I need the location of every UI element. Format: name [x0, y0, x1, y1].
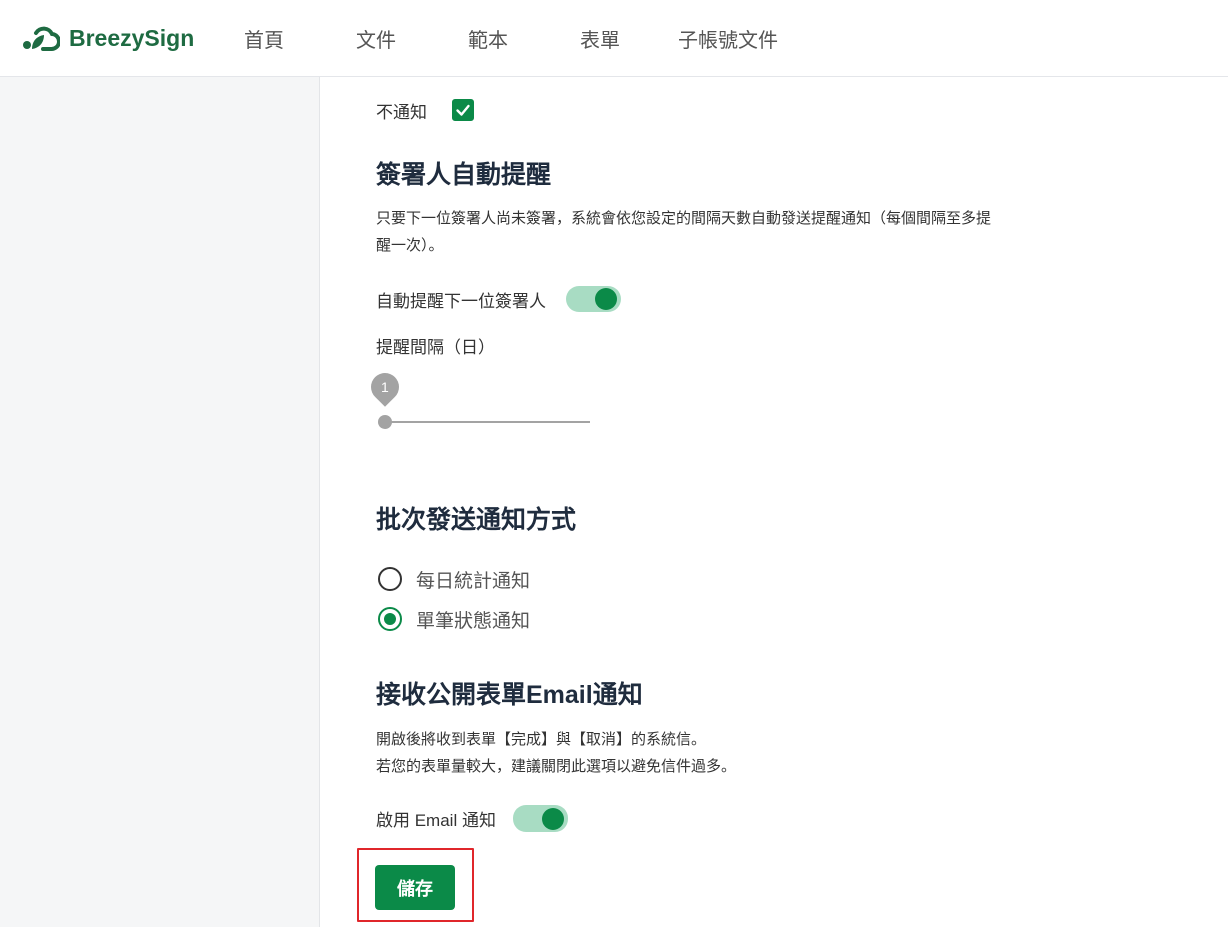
radio-label: 每日統計通知 — [416, 570, 531, 592]
batch-heading: 批次發送通知方式 — [376, 506, 577, 534]
sidebar — [0, 77, 320, 927]
slider-track[interactable] — [385, 421, 590, 423]
public-form-notes: 開啟後將收到表單【完成】與【取消】的系統信。 若您的表單量較大，建議關閉此選項以… — [376, 726, 736, 780]
no-notify-row: 不通知 — [376, 98, 474, 122]
public-form-note: 開啟後將收到表單【完成】與【取消】的系統信。 — [376, 731, 707, 748]
public-form-note: 若您的表單量較大，建議關閉此選項以避免信件過多。 — [376, 758, 737, 775]
public-form-heading: 接收公開表單Email通知 — [376, 681, 643, 709]
save-button[interactable]: 儲存 — [375, 865, 455, 910]
brand-name: BreezySign — [69, 24, 195, 51]
nav-item-templates[interactable]: 範本 — [432, 0, 544, 76]
auto-reminder-row: 自動提醒下一位簽署人 — [376, 286, 621, 312]
toggle-knob — [595, 288, 617, 310]
nav-item-sub-account-documents[interactable]: 子帳號文件 — [656, 0, 800, 76]
batch-option-daily[interactable]: 每日統計通知 — [378, 567, 531, 592]
slider-value-text: 1 — [381, 379, 389, 396]
email-notify-toggle[interactable] — [512, 805, 568, 832]
nav-item-forms[interactable]: 表單 — [544, 0, 656, 76]
email-notify-row: 啟用 Email 通知 — [376, 805, 568, 832]
settings-panel: 不通知 簽署人自動提醒 只要下一位簽署人尚未簽署，系統會依您設定的間隔天數自動發… — [320, 77, 1228, 927]
interval-slider[interactable]: 1 — [365, 367, 600, 440]
slider-thumb[interactable] — [378, 415, 392, 429]
slider-value-label: 1 — [365, 367, 405, 407]
interval-label: 提醒間隔（日） — [376, 338, 495, 357]
email-notify-label: 啟用 Email 通知 — [376, 811, 496, 830]
reminder-description-line: 醒一次）。 — [376, 237, 444, 254]
nav-item-documents[interactable]: 文件 — [320, 0, 432, 76]
radio-button[interactable] — [378, 607, 402, 631]
reminder-heading: 簽署人自動提醒 — [376, 161, 552, 189]
check-icon — [456, 104, 470, 116]
no-notify-checkbox[interactable] — [452, 99, 474, 121]
top-nav-bar: BreezySign 首頁 文件 範本 表單 子帳號文件 — [0, 0, 1228, 77]
radio-button[interactable] — [378, 567, 402, 591]
no-notify-label: 不通知 — [376, 102, 427, 122]
batch-option-single[interactable]: 單筆狀態通知 — [378, 607, 531, 632]
main-nav: 首頁 文件 範本 表單 子帳號文件 — [208, 0, 800, 76]
radio-dot — [384, 573, 396, 585]
breezysign-logo-icon — [23, 26, 60, 51]
auto-reminder-label: 自動提醒下一位簽署人 — [376, 291, 546, 311]
nav-item-home[interactable]: 首頁 — [208, 0, 320, 76]
radio-label: 單筆狀態通知 — [416, 610, 531, 632]
auto-reminder-toggle[interactable] — [566, 286, 621, 312]
reminder-description: 只要下一位簽署人尚未簽署，系統會依您設定的間隔天數自動發送提醒通知（每個間隔至多… — [376, 205, 991, 259]
brand-logo[interactable]: BreezySign — [22, 20, 194, 56]
reminder-description-line: 只要下一位簽署人尚未簽署，系統會依您設定的間隔天數自動發送提醒通知（每個間隔至多… — [376, 210, 992, 227]
radio-dot — [384, 613, 396, 625]
toggle-knob — [541, 807, 564, 830]
